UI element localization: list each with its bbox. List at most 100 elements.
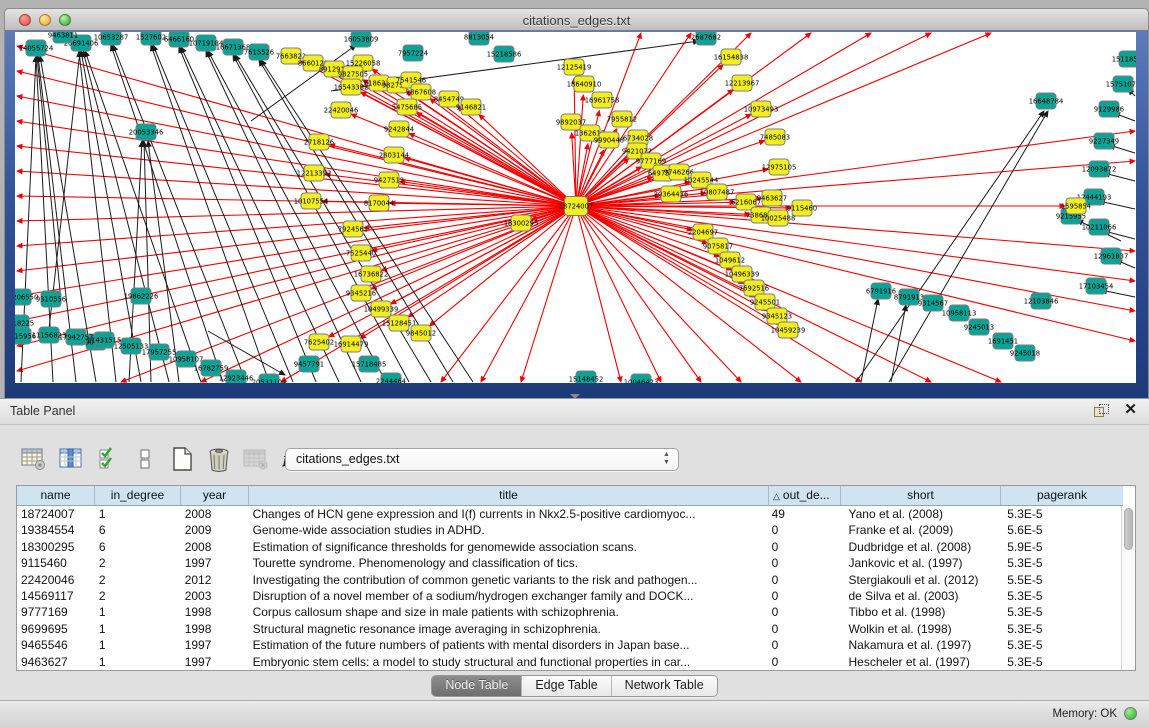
table-cell[interactable]: 5.5E-5 <box>999 572 1121 588</box>
table-scrollbar[interactable] <box>1121 506 1135 670</box>
network-canvas[interactable]: 1405572420691406946381110653287152760264… <box>15 32 1136 383</box>
table-cell[interactable]: 5.3E-5 <box>999 506 1121 522</box>
table-cell[interactable]: Yano et al. (2008) <box>839 506 999 522</box>
table-cell[interactable]: 0 <box>768 654 840 670</box>
table-cell[interactable]: 18300295 <box>17 539 95 555</box>
black-edge[interactable] <box>208 51 386 382</box>
table-cell[interactable]: 0 <box>768 555 840 571</box>
table-cell[interactable]: 0 <box>768 539 840 555</box>
red-edge[interactable] <box>576 206 779 324</box>
table-cell[interactable]: 0 <box>768 588 840 604</box>
table-cell[interactable]: 22420046 <box>17 572 95 588</box>
table-cell[interactable]: Estimation of the future numbers of pati… <box>249 637 768 653</box>
table-cell[interactable]: Changes of HCN gene expression and I(f) … <box>249 506 768 522</box>
tab-network-table[interactable]: Network Table <box>612 676 717 696</box>
table-cell[interactable]: Dudbridge et al. (2008) <box>839 539 999 555</box>
table-cell[interactable]: Stergiakouli et al. (2012) <box>839 572 999 588</box>
table-row[interactable]: 2242004622012Investigating the contribut… <box>17 572 1121 588</box>
red-edge[interactable] <box>17 96 576 206</box>
table-cell[interactable]: 2 <box>95 572 181 588</box>
table-cell[interactable]: Structural magnetic resonance image aver… <box>249 621 768 637</box>
black-edge[interactable] <box>153 45 293 382</box>
select-all-columns-button[interactable] <box>94 444 122 474</box>
create-new-column-button[interactable] <box>168 444 196 474</box>
red-edge[interactable] <box>344 74 576 206</box>
table-cell[interactable]: 9465546 <box>17 637 95 653</box>
black-edge[interactable] <box>37 56 61 301</box>
red-edge[interactable] <box>17 71 576 206</box>
column-header-in-degree[interactable]: in_degree <box>95 486 181 506</box>
table-cell[interactable]: 9463627 <box>17 654 95 670</box>
table-cell[interactable]: 1998 <box>181 604 249 620</box>
table-cell[interactable]: Investigating the contribution of common… <box>249 572 768 588</box>
black-edge[interactable] <box>151 45 269 382</box>
table-cell[interactable]: 0 <box>768 604 840 620</box>
table-row[interactable]: 911546021997Tourette syndrome. Phenomeno… <box>17 555 1121 571</box>
change-table-mode-button[interactable] <box>20 444 48 474</box>
tab-edge-table[interactable]: Edge Table <box>522 676 611 696</box>
delete-columns-button[interactable] <box>205 444 233 474</box>
table-selector-dropdown[interactable]: citations_edges.txt ▲▼ <box>285 448 679 471</box>
table-row[interactable]: 1830029562008Estimation of significance … <box>17 539 1121 555</box>
table-cell[interactable]: 6 <box>95 522 181 538</box>
red-edge[interactable] <box>521 206 576 382</box>
black-edge[interactable] <box>113 45 246 382</box>
table-cell[interactable]: Corpus callosum shape and size in male p… <box>249 604 768 620</box>
red-edge[interactable] <box>576 206 1135 341</box>
table-cell[interactable]: Nakamura et al. (1997) <box>839 637 999 653</box>
table-cell[interactable]: Disruption of a novel member of a sodium… <box>249 588 768 604</box>
black-edge[interactable] <box>861 299 878 382</box>
column-header-name[interactable]: name <box>17 486 95 506</box>
table-cell[interactable]: 1 <box>95 637 181 653</box>
table-cell[interactable]: 2003 <box>181 588 249 604</box>
table-cell[interactable]: 5.6E-5 <box>999 522 1121 538</box>
red-edge[interactable] <box>201 206 576 382</box>
table-cell[interactable]: Wolkin et al. (1998) <box>839 621 999 637</box>
close-panel-icon[interactable]: ✕ <box>1124 402 1137 418</box>
table-cell[interactable]: 49 <box>768 506 840 522</box>
table-row[interactable]: 969969511998Structural magnetic resonanc… <box>17 621 1121 637</box>
table-cell[interactable]: Tibbo et al. (1998) <box>839 604 999 620</box>
window-titlebar[interactable]: citations_edges.txt <box>4 8 1149 31</box>
black-edge[interactable] <box>889 111 1048 382</box>
table-cell[interactable]: 5.3E-5 <box>999 654 1121 670</box>
table-cell[interactable]: Franke et al. (2009) <box>839 522 999 538</box>
table-cell[interactable]: 2 <box>95 588 181 604</box>
unselect-all-columns-button[interactable] <box>131 444 159 474</box>
show-columns-button[interactable] <box>57 444 85 474</box>
table-cell[interactable]: 5.3E-5 <box>999 588 1121 604</box>
table-cell[interactable]: 0 <box>768 637 840 653</box>
table-cell[interactable]: 5.3E-5 <box>999 555 1121 571</box>
table-cell[interactable]: 1 <box>95 621 181 637</box>
table-cell[interactable]: 9115460 <box>17 555 95 571</box>
black-edge[interactable] <box>891 305 906 382</box>
table-cell[interactable]: 2008 <box>181 539 249 555</box>
red-edge[interactable] <box>17 206 576 221</box>
table-cell[interactable]: 5.3E-5 <box>999 621 1121 637</box>
red-edge[interactable] <box>576 206 621 382</box>
table-cell[interactable]: 9699695 <box>17 621 95 637</box>
table-cell[interactable]: 1 <box>95 604 181 620</box>
scrollbar-thumb[interactable] <box>1124 508 1133 550</box>
red-edge[interactable] <box>372 206 576 251</box>
table-cell[interactable]: Embryonic stem cells: a model to study s… <box>249 654 768 670</box>
red-edge[interactable] <box>17 206 576 346</box>
table-cell[interactable]: 1 <box>95 654 181 670</box>
table-cell[interactable]: Hescheler et al. (1997) <box>839 654 999 670</box>
table-cell[interactable]: 1997 <box>181 654 249 670</box>
column-header-out-de[interactable]: △out_de... <box>769 486 841 506</box>
red-edge[interactable] <box>17 121 576 206</box>
column-header-year[interactable]: year <box>181 486 249 506</box>
table-row[interactable]: 977716911998Corpus callosum shape and si… <box>17 604 1121 620</box>
table-cell[interactable]: Tourette syndrome. Phenomenology and cla… <box>249 555 768 571</box>
black-edge[interactable] <box>111 45 223 382</box>
tab-node-table[interactable]: Node Table <box>432 676 522 696</box>
table-cell[interactable]: 1 <box>95 506 181 522</box>
column-header-title[interactable]: title <box>249 486 769 506</box>
table-row[interactable]: 1938455462009Genome-wide association stu… <box>17 522 1121 538</box>
red-edge[interactable] <box>281 206 576 382</box>
column-header-short[interactable]: short <box>841 486 1001 506</box>
table-cell[interactable]: 9777169 <box>17 604 95 620</box>
table-cell[interactable]: 2012 <box>181 572 249 588</box>
table-cell[interactable]: 1997 <box>181 637 249 653</box>
